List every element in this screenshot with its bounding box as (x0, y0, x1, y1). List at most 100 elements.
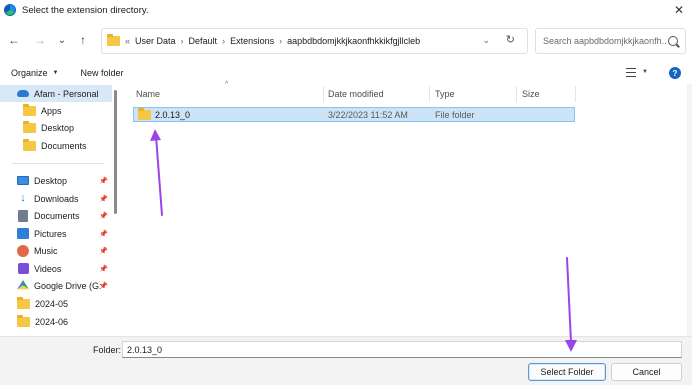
pin-icon[interactable]: 📌 (99, 212, 108, 220)
address-bar[interactable]: « User Data › Default › Extensions › aap… (101, 28, 528, 54)
sidebar-item-label: Documents (34, 210, 80, 221)
column-divider[interactable] (323, 86, 324, 102)
sidebar-item-label: 2024-06 (35, 316, 69, 327)
address-dropdown-icon[interactable]: ⌄ (482, 35, 490, 46)
column-header-type[interactable]: Type (435, 84, 455, 104)
sidebar-item-label: Downloads (34, 193, 79, 204)
column-header-name[interactable]: Name (136, 84, 160, 104)
google-drive-icon (17, 280, 29, 290)
search-placeholder: Search aapbdbdomjkkjkaonfh... (543, 36, 667, 46)
file-date: 3/22/2023 11:52 AM (328, 110, 408, 120)
sidebar-item-label: Apps (41, 105, 62, 116)
window-title: Select the extension directory. (22, 4, 149, 16)
folder-icon (23, 138, 36, 151)
caret-down-icon[interactable]: ▼ (53, 70, 59, 76)
pin-icon[interactable]: 📌 (99, 230, 108, 238)
view-options-icon[interactable] (626, 68, 636, 77)
pin-icon[interactable]: 📌 (99, 177, 108, 185)
documents-icon (18, 209, 28, 222)
navigation-pane: Afam - Personal Apps Desktop Documents D… (0, 84, 120, 336)
sidebar-item-label: Desktop (34, 175, 68, 186)
column-divider[interactable] (516, 86, 517, 102)
refresh-icon[interactable]: ↻ (506, 33, 515, 46)
pin-icon[interactable]: 📌 (99, 282, 108, 290)
breadcrumb-item-extensions[interactable]: Extensions (230, 36, 274, 46)
sidebar-item-label: Afam - Personal (34, 88, 99, 99)
help-icon[interactable]: ? (669, 67, 681, 79)
sidebar-item-label: Music (34, 245, 58, 256)
download-icon: ↓ (20, 192, 26, 204)
folder-label: Folder: (93, 345, 122, 355)
sidebar-item-label: 2024-05 (35, 298, 69, 309)
sidebar-item-2024-06[interactable]: 2024-06 (0, 313, 112, 330)
breadcrumb-item-user-data[interactable]: User Data (135, 36, 176, 46)
file-list: ^ Name Date modified Type Size 2.0.13_0 … (121, 81, 692, 336)
up-arrow-icon[interactable]: ↑ (76, 33, 90, 47)
sidebar-item-label: Pictures (34, 228, 67, 239)
column-header-size[interactable]: Size (522, 84, 540, 104)
sidebar-item-desktop-cloud[interactable]: Desktop (0, 119, 112, 136)
sidebar-item-documents[interactable]: Documents 📌 (0, 207, 112, 224)
sidebar-item-downloads[interactable]: ↓ Downloads 📌 (0, 190, 112, 207)
sidebar-item-label: Desktop (41, 122, 75, 133)
sidebar-item-desktop[interactable]: Desktop 📌 (0, 172, 112, 189)
folder-icon (138, 107, 151, 120)
breadcrumb-item-extension-id[interactable]: aapbdbdomjkkjkaonfhkkikfgjllcleb (287, 36, 420, 46)
close-button[interactable]: ✕ (670, 1, 688, 19)
sidebar-item-2024-05[interactable]: 2024-05 (0, 295, 112, 312)
music-icon (17, 244, 29, 257)
sidebar-item-pictures[interactable]: Pictures 📌 (0, 225, 112, 242)
folder-name-input[interactable]: 2.0.13_0 (122, 341, 682, 358)
sidebar-item-apps[interactable]: Apps (0, 102, 112, 119)
dialog-footer: Folder: 2.0.13_0 Select Folder Cancel (0, 336, 692, 385)
browser-app-icon (4, 4, 16, 16)
command-bar: Organize ▼ New folder ▼ ? (0, 62, 692, 84)
sidebar-item-onedrive-personal[interactable]: Afam - Personal (0, 85, 112, 102)
onedrive-cloud-icon (17, 90, 29, 97)
breadcrumb: « User Data › Default › Extensions › aap… (125, 36, 420, 46)
breadcrumb-overflow-icon[interactable]: « (125, 36, 130, 46)
back-arrow-icon[interactable]: ← (7, 33, 21, 47)
pin-icon[interactable]: 📌 (99, 247, 108, 255)
folder-icon (23, 103, 36, 116)
videos-icon (18, 263, 29, 274)
sidebar-divider (12, 163, 104, 164)
folder-icon (17, 296, 30, 309)
search-input[interactable]: Search aapbdbdomjkkjkaonfh... (535, 28, 686, 54)
chevron-right-icon: › (222, 36, 226, 46)
new-folder-button[interactable]: New folder (80, 68, 123, 78)
sidebar-item-google-drive[interactable]: Google Drive (G: 📌 (0, 277, 112, 294)
pin-icon[interactable]: 📌 (99, 195, 108, 203)
select-folder-button[interactable]: Select Folder (528, 363, 606, 381)
cancel-button[interactable]: Cancel (611, 363, 682, 381)
file-list-scrollbar[interactable] (687, 84, 692, 336)
desktop-icon (17, 176, 29, 185)
folder-icon (23, 120, 36, 133)
file-name: 2.0.13_0 (155, 109, 191, 120)
sidebar-item-documents-cloud[interactable]: Documents (0, 137, 112, 154)
column-divider[interactable] (575, 86, 576, 102)
search-icon[interactable] (668, 36, 678, 46)
file-type: File folder (435, 110, 475, 120)
pin-icon[interactable]: 📌 (99, 265, 108, 273)
folder-icon (107, 34, 120, 46)
column-divider[interactable] (429, 86, 430, 102)
forward-arrow-icon[interactable]: → (33, 33, 47, 47)
navigation-bar: ← → ⌄ ↑ « User Data › Default › Extensio… (0, 24, 692, 58)
breadcrumb-item-default[interactable]: Default (189, 36, 218, 46)
caret-down-icon[interactable]: ▼ (642, 69, 648, 75)
sidebar-item-videos[interactable]: Videos 📌 (0, 260, 112, 277)
organize-menu-button[interactable]: Organize (11, 68, 48, 78)
sort-ascending-icon: ^ (225, 81, 229, 88)
sidebar-scrollbar[interactable] (114, 90, 117, 214)
sidebar-item-music[interactable]: Music 📌 (0, 242, 112, 259)
sidebar-item-label: Google Drive (G: (34, 280, 102, 291)
recent-locations-chevron-icon[interactable]: ⌄ (55, 33, 69, 47)
title-bar: Select the extension directory. ✕ (0, 0, 692, 20)
column-header-date[interactable]: Date modified (328, 84, 384, 104)
sidebar-item-label: Documents (41, 140, 87, 151)
sidebar-item-label: Videos (34, 263, 62, 274)
table-row[interactable]: 2.0.13_0 3/22/2023 11:52 AM File folder (133, 107, 575, 122)
chevron-right-icon: › (180, 36, 184, 46)
pictures-icon (17, 228, 29, 239)
